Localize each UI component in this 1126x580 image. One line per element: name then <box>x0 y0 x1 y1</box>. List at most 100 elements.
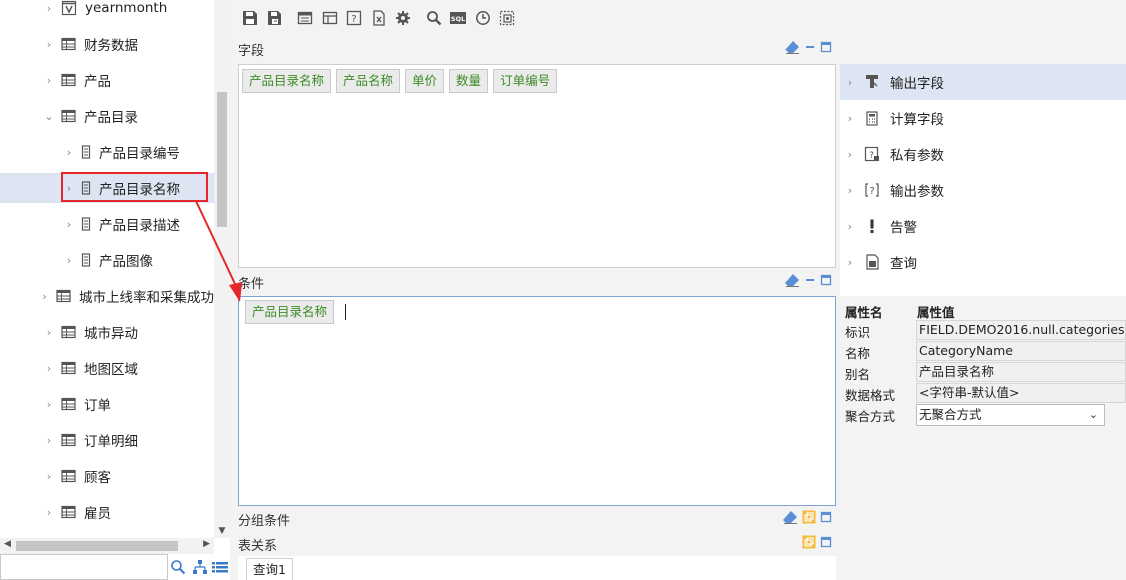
search-icon[interactable] <box>169 558 187 576</box>
scrollbar-thumb[interactable] <box>16 541 178 551</box>
chevron-down-icon[interactable]: ⌄ <box>43 110 55 123</box>
tree-item-label: 产品目录 <box>84 110 138 126</box>
property-value[interactable]: <字符串-默认值> <box>916 383 1126 403</box>
chevron-right-icon[interactable]: › <box>844 256 856 269</box>
scroll-down-icon[interactable]: ▼ <box>214 526 230 536</box>
tree-item[interactable]: ⌄ 产品目录 <box>0 101 214 131</box>
field-chip[interactable]: 产品名称 <box>336 69 401 93</box>
chevron-right-icon[interactable]: › <box>43 470 55 483</box>
minimize-icon[interactable] <box>804 274 816 290</box>
save-icon[interactable] <box>238 6 262 30</box>
tree-item[interactable]: › 城市上线率和采集成功 <box>0 281 214 311</box>
output-list-item[interactable]: ›? 输出参数 <box>840 172 1126 208</box>
table-layout-icon[interactable] <box>318 6 342 30</box>
condition-chip-list: 产品目录名称 <box>245 300 347 324</box>
property-value[interactable]: 产品目录名称 <box>916 362 1126 382</box>
property-row: 别名 产品目录名称 <box>840 362 1126 383</box>
clock-icon[interactable] <box>471 6 495 30</box>
chevron-right-icon[interactable]: › <box>844 220 856 233</box>
fields-panel[interactable]: 产品目录名称 产品名称 单价 数量 订单编号 <box>238 64 836 268</box>
chevron-right-icon[interactable]: › <box>844 112 856 125</box>
tab-query1[interactable]: 查询1 <box>246 558 293 580</box>
chevron-right-icon[interactable]: › <box>43 74 55 87</box>
output-list-item[interactable]: › 告警 <box>840 208 1126 244</box>
output-list-item[interactable]: › 计算字段 <box>840 100 1126 136</box>
chevron-right-icon[interactable]: › <box>43 434 55 447</box>
tree-search-input[interactable] <box>0 554 168 580</box>
chevron-right-icon[interactable]: › <box>43 362 55 375</box>
chevron-right-icon[interactable]: › <box>43 38 55 51</box>
parameter-icon[interactable]: ? <box>342 6 366 30</box>
field-chip[interactable]: 订单编号 <box>493 69 558 93</box>
hierarchy-icon[interactable] <box>191 558 209 576</box>
list-view-icon[interactable] <box>211 558 229 576</box>
layout-icon[interactable] <box>293 6 317 30</box>
chevron-right-icon[interactable]: › <box>63 254 75 267</box>
output-list-item[interactable]: › 查询 <box>840 244 1126 280</box>
scroll-right-icon[interactable]: ▶ <box>203 539 210 549</box>
chevron-right-icon[interactable]: › <box>844 76 856 89</box>
aggregation-select[interactable]: 无聚合方式 ⌄ <box>916 404 1105 426</box>
tree-item[interactable]: › 产品图像 <box>0 245 214 275</box>
tree-item[interactable]: › 地图区域 <box>0 353 214 383</box>
output-field-icon <box>864 74 880 90</box>
chevron-right-icon[interactable]: › <box>844 184 856 197</box>
aggregation-value: 无聚合方式 <box>919 407 982 422</box>
property-value[interactable]: CategoryName <box>916 341 1126 361</box>
tree-item[interactable]: › 城市异动 <box>0 317 214 347</box>
sql-icon[interactable]: SQL <box>446 6 470 30</box>
property-value[interactable]: FIELD.DEMO2016.null.categories.C <box>916 320 1126 340</box>
chevron-right-icon[interactable]: › <box>43 2 55 15</box>
tree-item[interactable]: › 顾客 <box>0 461 214 491</box>
property-key: 名称 <box>845 346 871 361</box>
svg-text:?: ? <box>869 151 874 161</box>
maximize-icon[interactable] <box>820 274 832 290</box>
export-excel-icon[interactable] <box>367 6 391 30</box>
preview-icon[interactable] <box>495 6 519 30</box>
eraser-icon[interactable] <box>784 273 800 291</box>
chevron-right-icon[interactable]: › <box>39 290 50 303</box>
field-chip[interactable]: 数量 <box>449 69 489 93</box>
chevron-right-icon[interactable]: › <box>63 218 75 231</box>
eraser-icon[interactable] <box>784 40 800 58</box>
tree-item[interactable]: › 雇员 <box>0 497 214 527</box>
restore-icon[interactable] <box>802 510 816 528</box>
tree-item[interactable]: › 订单 <box>0 389 214 419</box>
field-chip[interactable]: 产品目录名称 <box>242 69 332 93</box>
condition-chip[interactable]: 产品目录名称 <box>245 300 335 324</box>
save-as-icon[interactable] <box>263 6 287 30</box>
property-key: 聚合方式 <box>845 409 896 424</box>
tree-item[interactable]: › 产品 <box>0 65 214 95</box>
maximize-icon[interactable] <box>820 536 832 552</box>
output-list-item[interactable]: › 输出字段 <box>840 64 1126 100</box>
chevron-right-icon[interactable]: › <box>63 146 75 159</box>
tree-horizontal-scrollbar[interactable]: ◀ ▶ <box>0 538 214 554</box>
chevron-right-icon[interactable]: › <box>844 148 856 161</box>
tree-item[interactable]: › 财务数据 <box>0 29 214 59</box>
maximize-icon[interactable] <box>820 41 832 57</box>
chevron-right-icon[interactable]: › <box>43 506 55 519</box>
relation-section-tools <box>802 535 832 553</box>
field-chip[interactable]: 单价 <box>405 69 445 93</box>
maximize-icon[interactable] <box>820 511 832 527</box>
minimize-icon[interactable] <box>804 41 816 57</box>
tree-item[interactable]: › 订单明细 <box>0 425 214 455</box>
tree-item[interactable]: › yearnmonth <box>0 0 214 23</box>
eraser-icon[interactable] <box>782 510 798 528</box>
tree-item[interactable]: › 产品目录描述 <box>0 209 214 239</box>
chevron-down-icon[interactable]: ⌄ <box>1089 405 1098 425</box>
tree-item[interactable]: › 产品目录编号 <box>0 137 214 167</box>
table-icon <box>61 109 76 123</box>
chevron-right-icon[interactable]: › <box>43 398 55 411</box>
output-list-item[interactable]: ›? 私有参数 <box>840 136 1126 172</box>
scrollbar-thumb[interactable] <box>217 92 227 227</box>
restore-icon[interactable] <box>802 535 816 553</box>
chevron-right-icon[interactable]: › <box>43 326 55 339</box>
scroll-left-icon[interactable]: ◀ <box>4 539 11 549</box>
conditions-panel[interactable]: 产品目录名称 <box>238 296 836 506</box>
search-icon[interactable] <box>422 6 446 30</box>
tree-item-label: 产品目录编号 <box>99 146 180 162</box>
gear-icon[interactable] <box>391 6 415 30</box>
data-source-tree[interactable]: › yearnmonth › 财务数据 › 产品 ⌄ 产品目录 › 产品目录编号 › 产品目录名称 › 产… <box>0 0 230 554</box>
tree-vertical-scrollbar[interactable]: ▼ <box>214 0 230 538</box>
